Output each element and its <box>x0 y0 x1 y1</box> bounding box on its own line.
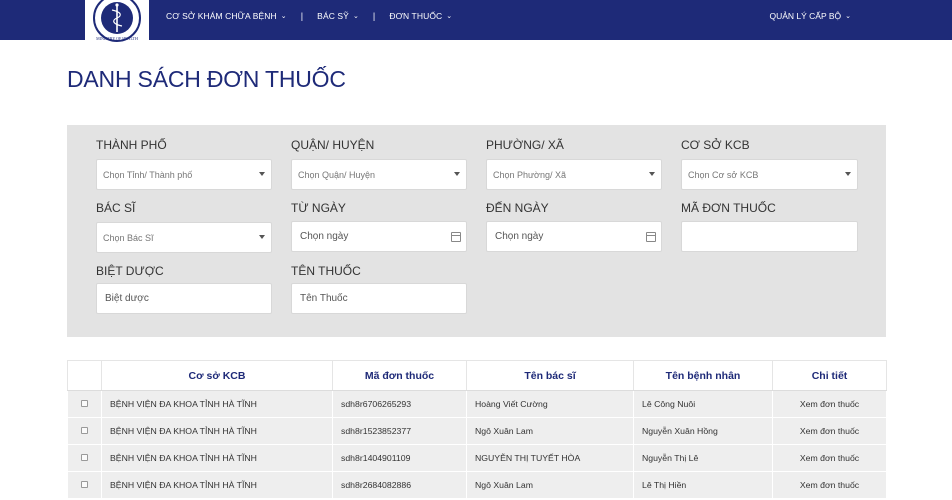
brand-drug-label: BIỆT DƯỢC <box>96 264 164 278</box>
ward-label: PHƯỜNG/ XÃ <box>486 138 564 152</box>
table-row: BỆNH VIỆN ĐA KHOA TỈNH HÀ TĨNH sdh8r2684… <box>67 471 887 499</box>
top-navbar: MINISTRY OF HEALTH CƠ SỞ KHÁM CHỮA BỆNH … <box>0 0 952 46</box>
facility-cell: BỆNH VIỆN ĐA KHOA TỈNH HÀ TĨNH <box>101 417 333 445</box>
city-select[interactable]: Chọn Tỉnh/ Thành phố <box>96 159 272 190</box>
chevron-down-icon: ⌄ <box>446 13 453 20</box>
prescription-code-label: MÃ ĐƠN THUỐC <box>681 201 776 215</box>
page-title: DANH SÁCH ĐƠN THUỐC <box>67 66 346 92</box>
column-header-facility[interactable]: Cơ sở KCB <box>101 360 333 391</box>
doctor-cell: Ngô Xuân Lam <box>466 417 634 445</box>
column-header-detail[interactable]: Chi tiết <box>772 360 887 391</box>
calendar-icon[interactable] <box>646 232 656 242</box>
nav-item-prescriptions-label: ĐƠN THUỐC <box>389 11 443 21</box>
to-date-label: ĐẾN NGÀY <box>486 201 549 215</box>
svg-text:MINISTRY OF HEALTH: MINISTRY OF HEALTH <box>96 36 138 41</box>
dropdown-caret-icon <box>454 172 460 176</box>
doctor-cell: Hoàng Viết Cường <box>466 390 634 418</box>
column-header-doctor[interactable]: Tên bác sĩ <box>466 360 634 391</box>
main-nav: CƠ SỞ KHÁM CHỮA BỆNH ⌄ | BÁC SỸ ⌄ | ĐƠN … <box>166 0 452 32</box>
city-select-value: Chọn Tỉnh/ Thành phố <box>103 169 193 180</box>
facility-cell: BỆNH VIỆN ĐA KHOA TỈNH HÀ TĨNH <box>101 390 333 418</box>
facility-cell: BỆNH VIỆN ĐA KHOA TỈNH HÀ TĨNH <box>101 444 333 472</box>
from-date-input[interactable]: Chọn ngày <box>291 221 467 252</box>
to-date-input[interactable]: Chọn ngày <box>486 221 662 252</box>
row-select-cell <box>67 417 102 445</box>
prescription-table: Cơ sở KCB Mã đơn thuốc Tên bác sĩ Tên bệ… <box>67 360 887 499</box>
nav-item-facilities-label: CƠ SỞ KHÁM CHỮA BỆNH <box>166 11 277 21</box>
dropdown-caret-icon <box>259 235 265 239</box>
patient-cell: Nguyễn Thị Lê <box>633 444 773 472</box>
row-checkbox[interactable] <box>81 427 88 434</box>
nav-separator: | <box>300 11 304 21</box>
facility-select-value: Chọn Cơ sở KCB <box>688 169 759 180</box>
table-row: BỆNH VIỆN ĐA KHOA TỈNH HÀ TĨNH sdh8r1404… <box>67 444 887 472</box>
doctor-select[interactable]: Chọn Bác Sĩ <box>96 222 272 253</box>
prescription-code-input[interactable] <box>681 221 858 252</box>
from-date-label: TỪ NGÀY <box>291 201 346 215</box>
patient-cell: Nguyễn Xuân Hồng <box>633 417 773 445</box>
row-select-cell <box>67 471 102 499</box>
row-checkbox[interactable] <box>81 454 88 461</box>
calendar-icon[interactable] <box>451 232 461 242</box>
row-checkbox[interactable] <box>81 400 88 407</box>
table-row: BỆNH VIỆN ĐA KHOA TỈNH HÀ TĨNH sdh8r6706… <box>67 390 887 418</box>
patient-cell: Lê Thị Hiền <box>633 471 773 499</box>
row-select-cell <box>67 444 102 472</box>
brand-drug-placeholder: Biệt dược <box>105 293 149 304</box>
nav-item-doctors[interactable]: BÁC SỸ ⌄ <box>317 11 359 21</box>
doctor-cell: Ngô Xuân Lam <box>466 471 634 499</box>
row-checkbox[interactable] <box>81 481 88 488</box>
column-header-patient[interactable]: Tên bệnh nhân <box>633 360 773 391</box>
district-label: QUẬN/ HUYỆN <box>291 138 375 152</box>
nav-separator: | <box>372 11 376 21</box>
doctor-select-value: Chọn Bác Sĩ <box>103 232 154 243</box>
table-row: BỆNH VIỆN ĐA KHOA TỈNH HÀ TĨNH sdh8r1523… <box>67 417 887 445</box>
district-select-value: Chọn Quận/ Huyện <box>298 169 376 180</box>
facility-cell: BỆNH VIỆN ĐA KHOA TỈNH HÀ TĨNH <box>101 471 333 499</box>
facility-label: CƠ SỞ KCB <box>681 138 750 152</box>
ward-select[interactable]: Chọn Phường/ Xã <box>486 159 662 190</box>
row-select-cell <box>67 390 102 418</box>
filter-panel: THÀNH PHỐ Chọn Tỉnh/ Thành phố QUẬN/ HUY… <box>67 125 886 337</box>
code-cell: sdh8r6706265293 <box>332 390 467 418</box>
view-prescription-link[interactable]: Xem đơn thuốc <box>772 471 887 499</box>
to-date-placeholder: Chọn ngày <box>495 231 544 242</box>
patient-cell: Lê Công Nuôi <box>633 390 773 418</box>
dropdown-caret-icon <box>259 172 265 176</box>
view-prescription-link[interactable]: Xem đơn thuốc <box>772 444 887 472</box>
ministry-admin-menu-label: QUẢN LÝ CẤP BỘ <box>769 11 842 21</box>
code-cell: sdh8r1523852377 <box>332 417 467 445</box>
chevron-down-icon: ⌄ <box>352 13 359 20</box>
chevron-down-icon: ⌄ <box>845 13 851 20</box>
doctor-cell: NGUYỄN THỊ TUYẾT HÒA <box>466 444 634 472</box>
drug-name-input[interactable]: Tên Thuốc <box>291 283 467 314</box>
view-prescription-link[interactable]: Xem đơn thuốc <box>772 390 887 418</box>
from-date-placeholder: Chọn ngày <box>300 231 349 242</box>
caduceus-emblem-icon: MINISTRY OF HEALTH <box>93 0 141 42</box>
nav-item-prescriptions[interactable]: ĐƠN THUỐC ⌄ <box>389 11 452 21</box>
facility-select[interactable]: Chọn Cơ sở KCB <box>681 159 858 190</box>
nav-item-doctors-label: BÁC SỸ <box>317 11 349 21</box>
brand-drug-input[interactable]: Biệt dược <box>96 283 272 314</box>
table-header-row: Cơ sở KCB Mã đơn thuốc Tên bác sĩ Tên bệ… <box>67 360 887 391</box>
ministry-of-health-logo[interactable]: MINISTRY OF HEALTH <box>85 0 149 46</box>
select-column-header <box>67 360 102 391</box>
ward-select-value: Chọn Phường/ Xã <box>493 169 566 180</box>
chevron-down-icon: ⌄ <box>280 13 287 20</box>
dropdown-caret-icon <box>845 172 851 176</box>
nav-item-facilities[interactable]: CƠ SỞ KHÁM CHỮA BỆNH ⌄ <box>166 11 287 21</box>
city-label: THÀNH PHỐ <box>96 138 167 152</box>
drug-name-placeholder: Tên Thuốc <box>300 293 348 304</box>
code-cell: sdh8r1404901109 <box>332 444 467 472</box>
district-select[interactable]: Chọn Quận/ Huyện <box>291 159 467 190</box>
dropdown-caret-icon <box>649 172 655 176</box>
column-header-code[interactable]: Mã đơn thuốc <box>332 360 467 391</box>
drug-name-label: TÊN THUỐC <box>291 264 361 278</box>
ministry-admin-menu[interactable]: QUẢN LÝ CẤP BỘ ⌄ <box>769 0 851 32</box>
doctor-label: BÁC SĨ <box>96 201 136 215</box>
code-cell: sdh8r2684082886 <box>332 471 467 499</box>
view-prescription-link[interactable]: Xem đơn thuốc <box>772 417 887 445</box>
